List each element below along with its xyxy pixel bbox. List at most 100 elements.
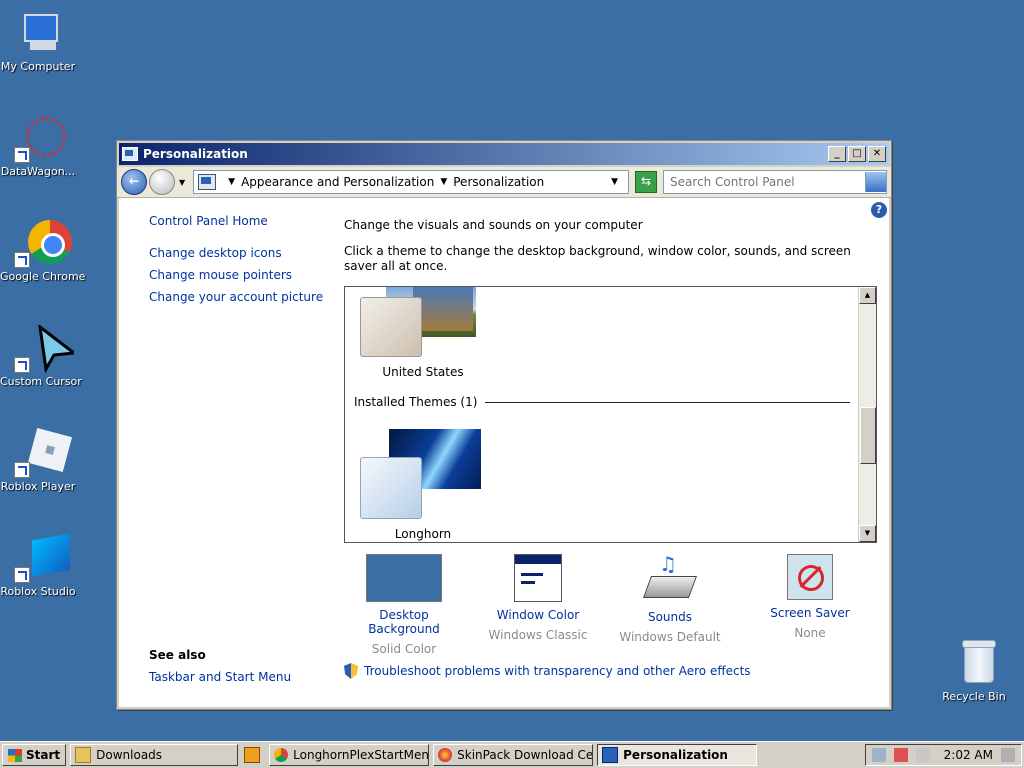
troubleshoot-link[interactable]: Troubleshoot problems with transparency … xyxy=(364,664,751,678)
installed-themes-header: Installed Themes (1) xyxy=(354,395,850,409)
control-panel-icon xyxy=(122,147,138,161)
back-arrow-icon[interactable]: ← xyxy=(121,169,147,195)
desktop-icon-roblox-studio[interactable]: Roblox Studio xyxy=(0,533,76,598)
chevron-down-icon[interactable]: ▼ xyxy=(228,177,235,187)
chrome-icon xyxy=(274,748,289,762)
screen-saver-label[interactable]: Screen Saver xyxy=(750,606,870,620)
theme-thumbnail xyxy=(360,297,422,357)
windows-logo-icon xyxy=(8,748,22,762)
theme-thumbnail xyxy=(360,457,422,519)
theme-item-united-states[interactable]: United States xyxy=(358,287,488,382)
datawagon-icon xyxy=(14,115,66,163)
change-mouse-pointers-link[interactable]: Change mouse pointers xyxy=(149,268,329,282)
computer-icon xyxy=(14,10,62,58)
system-tray: 2:02 AM xyxy=(864,744,1022,766)
desktop-icon-roblox-player[interactable]: Roblox Player xyxy=(0,427,76,493)
taskbar-item-personalization[interactable]: Personalization xyxy=(597,744,758,766)
see-also: See also Taskbar and Start Menu xyxy=(149,648,291,684)
firefox-icon xyxy=(438,748,453,762)
vertical-scrollbar[interactable]: ▲ ▼ xyxy=(858,287,876,542)
desktop-icon-recycle-bin[interactable]: Recycle Bin xyxy=(936,640,1012,703)
desktop-icon-label: DataWagon... xyxy=(0,165,76,178)
theme-item-longhorn[interactable]: Longhorn xyxy=(358,429,488,541)
sounds-label[interactable]: Sounds xyxy=(610,610,730,624)
change-desktop-icons-link[interactable]: Change desktop icons xyxy=(149,246,329,260)
roblox-studio-icon xyxy=(14,533,70,583)
desktop-background-value: Solid Color xyxy=(371,642,437,656)
maximize-button[interactable]: □ xyxy=(848,146,866,162)
desktop-background-tile[interactable]: Desktop Background Solid Color xyxy=(344,554,464,656)
start-button[interactable]: Start xyxy=(2,744,67,766)
desktop-background-swatch-icon xyxy=(366,554,442,602)
desktop-icon-label: Roblox Studio xyxy=(0,585,76,598)
theme-thumbnail xyxy=(413,287,473,331)
chrome-icon xyxy=(14,220,72,268)
theme-list: United States Installed Themes (1) Longh… xyxy=(344,286,877,543)
troubleshoot-row: Troubleshoot problems with transparency … xyxy=(344,663,751,679)
taskbar-item-skinpack[interactable]: SkinPack Download Cent... xyxy=(433,744,594,766)
control-panel-home-link[interactable]: Control Panel Home xyxy=(149,214,329,228)
scroll-up-arrow-icon[interactable]: ▲ xyxy=(859,287,876,304)
address-history-dropdown[interactable]: ▼ xyxy=(611,177,618,187)
folder-icon xyxy=(75,747,92,763)
taskbar-item-downloads[interactable]: Downloads xyxy=(70,744,239,766)
screen-saver-tile[interactable]: Screen Saver None xyxy=(750,554,870,640)
taskbar-item-label: Personalization xyxy=(623,748,728,762)
refresh-icon[interactable]: ⇆ xyxy=(635,171,657,193)
taskbar: Start Downloads LonghornPlexStartMenu ..… xyxy=(0,741,1024,768)
scrollbar-thumb[interactable] xyxy=(860,407,876,464)
desktop-background-label[interactable]: Desktop Background xyxy=(344,608,464,636)
window-color-tile[interactable]: Window Color Windows Classic xyxy=(478,554,598,642)
address-bar: ← ▼ ▼ Appearance and Personalization ▼ P… xyxy=(117,167,891,198)
scroll-down-arrow-icon[interactable]: ▼ xyxy=(859,525,876,542)
screen-saver-icon xyxy=(787,554,833,600)
roblox-player-icon xyxy=(14,427,73,478)
start-label: Start xyxy=(26,748,61,762)
search-input[interactable] xyxy=(664,172,865,192)
desktop-icon-datawagon[interactable]: DataWagon... xyxy=(0,115,76,178)
close-button[interactable]: ✕ xyxy=(868,146,886,162)
taskbar-item-chrome[interactable]: LonghornPlexStartMenu ... xyxy=(269,744,430,766)
window-title: Personalization xyxy=(143,147,248,161)
page-title: Change the visuals and sounds on your co… xyxy=(344,218,643,232)
content-area: ? Control Panel Home Change desktop icon… xyxy=(119,198,889,707)
show-desktop-icon[interactable] xyxy=(1001,748,1015,762)
control-panel-icon xyxy=(198,174,217,190)
minimize-button[interactable]: _ xyxy=(828,146,846,162)
taskbar-item-label: SkinPack Download Cent... xyxy=(457,748,594,762)
desktop-icon-my-computer[interactable]: My Computer xyxy=(0,10,76,73)
personalization-tiles: Desktop Background Solid Color Window Co… xyxy=(344,554,879,656)
taskbar-start-menu-link[interactable]: Taskbar and Start Menu xyxy=(149,670,291,684)
breadcrumb-appearance[interactable]: Appearance and Personalization xyxy=(241,175,434,189)
media-player-icon[interactable] xyxy=(244,747,261,763)
sounds-value: Windows Default xyxy=(619,630,721,644)
forward-arrow-icon[interactable] xyxy=(149,169,175,195)
shield-icon xyxy=(344,663,358,679)
change-account-picture-link[interactable]: Change your account picture xyxy=(149,290,329,304)
breadcrumb[interactable]: ▼ Appearance and Personalization ▼ Perso… xyxy=(193,170,629,194)
see-also-heading: See also xyxy=(149,648,206,662)
clock[interactable]: 2:02 AM xyxy=(944,748,993,762)
desktop-icon-google-chrome[interactable]: Google Chrome xyxy=(0,220,86,283)
cursor-icon xyxy=(14,325,74,373)
desktop-icon-label: Google Chrome xyxy=(0,270,86,283)
desktop-icon-custom-cursor[interactable]: Custom Cursor xyxy=(0,325,82,388)
chevron-down-icon[interactable]: ▼ xyxy=(179,178,185,187)
desktop-icon-label: Roblox Player xyxy=(0,480,76,493)
recycle-bin-icon xyxy=(950,640,998,688)
screen-saver-value: None xyxy=(794,626,826,640)
window-color-value: Windows Classic xyxy=(488,628,588,642)
sounds-tile[interactable]: ♫ Sounds Windows Default xyxy=(610,554,730,644)
network-icon[interactable] xyxy=(871,748,886,762)
window-color-label[interactable]: Window Color xyxy=(478,608,598,622)
breadcrumb-personalization[interactable]: Personalization xyxy=(453,175,544,189)
help-icon[interactable]: ? xyxy=(871,202,887,218)
title-bar[interactable]: Personalization _ □ ✕ xyxy=(119,143,889,165)
search-icon[interactable] xyxy=(865,172,886,192)
chevron-down-icon[interactable]: ▼ xyxy=(440,177,447,187)
main-panel: Change the visuals and sounds on your co… xyxy=(344,218,879,543)
task-pane: Control Panel Home Change desktop icons … xyxy=(149,214,329,312)
security-alert-icon[interactable] xyxy=(893,748,908,762)
volume-icon[interactable] xyxy=(915,748,930,762)
desktop-icon-label: Recycle Bin xyxy=(942,690,1006,703)
